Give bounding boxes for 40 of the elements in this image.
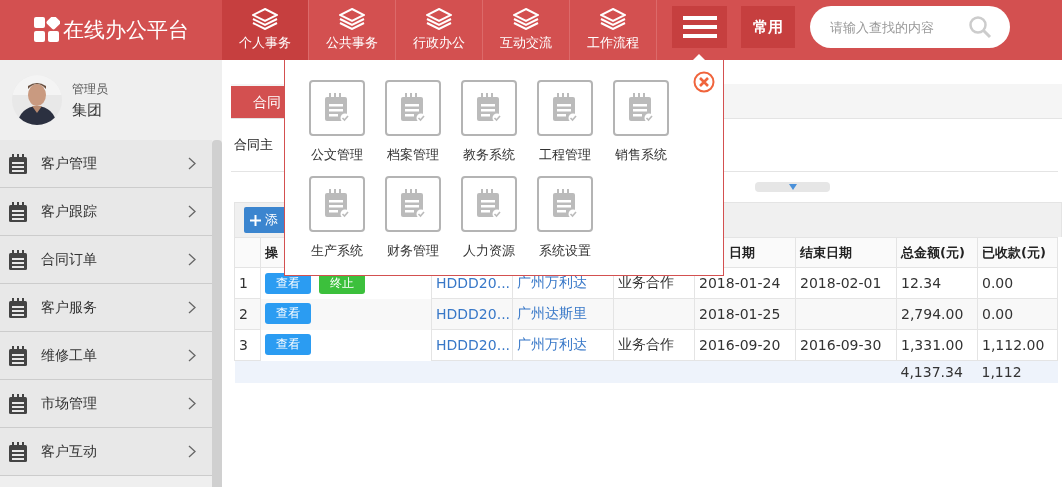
- common-button[interactable]: 常用: [741, 6, 795, 48]
- logo-text: 在线办公平台: [62, 17, 189, 44]
- sidebar-item[interactable]: 客户互动: [0, 428, 212, 476]
- table-cell: 12.34: [901, 275, 942, 291]
- sidebar-item[interactable]: 客户管理: [0, 140, 212, 188]
- table-cell: 业务合作: [618, 336, 674, 352]
- column-header: 日期: [729, 244, 755, 260]
- table-cell: 业务合作: [618, 274, 674, 290]
- table-cell: 2018-01-25: [699, 306, 781, 322]
- sidebar-item[interactable]: 维修工单: [0, 332, 212, 380]
- row-number: 1: [239, 275, 248, 291]
- sidebar-item[interactable]: 客户跟踪: [0, 188, 212, 236]
- user-role: 管理员: [72, 80, 108, 98]
- search-field[interactable]: 请输入查找的内容: [810, 6, 1010, 48]
- row-number: 2: [239, 306, 248, 322]
- column-header: 结束日期: [800, 244, 852, 260]
- column-header: 已收款(元): [982, 244, 1046, 260]
- table-cell: 1,331.00: [901, 337, 964, 353]
- filter-label: 合同主: [234, 136, 273, 154]
- user-name: 集团: [72, 100, 103, 120]
- total-cell: 4,137.34: [900, 363, 963, 380]
- row-number: 3: [239, 337, 248, 353]
- content-tab[interactable]: 合同: [231, 86, 284, 118]
- nav-tab[interactable]: 个人事务: [222, 0, 309, 60]
- column-header: 总金额(元): [901, 244, 965, 260]
- total-cell: 1,112: [981, 363, 1022, 380]
- table-cell: 0.00: [982, 306, 1014, 322]
- column-header: 操: [265, 244, 278, 260]
- table-cell: 2,794.00: [901, 306, 964, 322]
- table-cell: 2016-09-20: [699, 337, 781, 353]
- table-cell: 2018-02-01: [800, 275, 882, 291]
- sidebar-item[interactable]: 客户服务: [0, 284, 212, 332]
- row-action-button[interactable]: 查看: [265, 303, 311, 324]
- row-action-button[interactable]: 查看: [265, 334, 311, 355]
- table-cell: 0.00: [982, 275, 1014, 291]
- table-cell: 1,112.00: [982, 337, 1045, 353]
- sidebar-item[interactable]: 合同订单: [0, 236, 212, 284]
- sidebar-item[interactable]: 市场管理: [0, 380, 212, 428]
- table-cell: 2018-01-24: [699, 275, 781, 291]
- table-cell: 2016-09-30: [800, 337, 882, 353]
